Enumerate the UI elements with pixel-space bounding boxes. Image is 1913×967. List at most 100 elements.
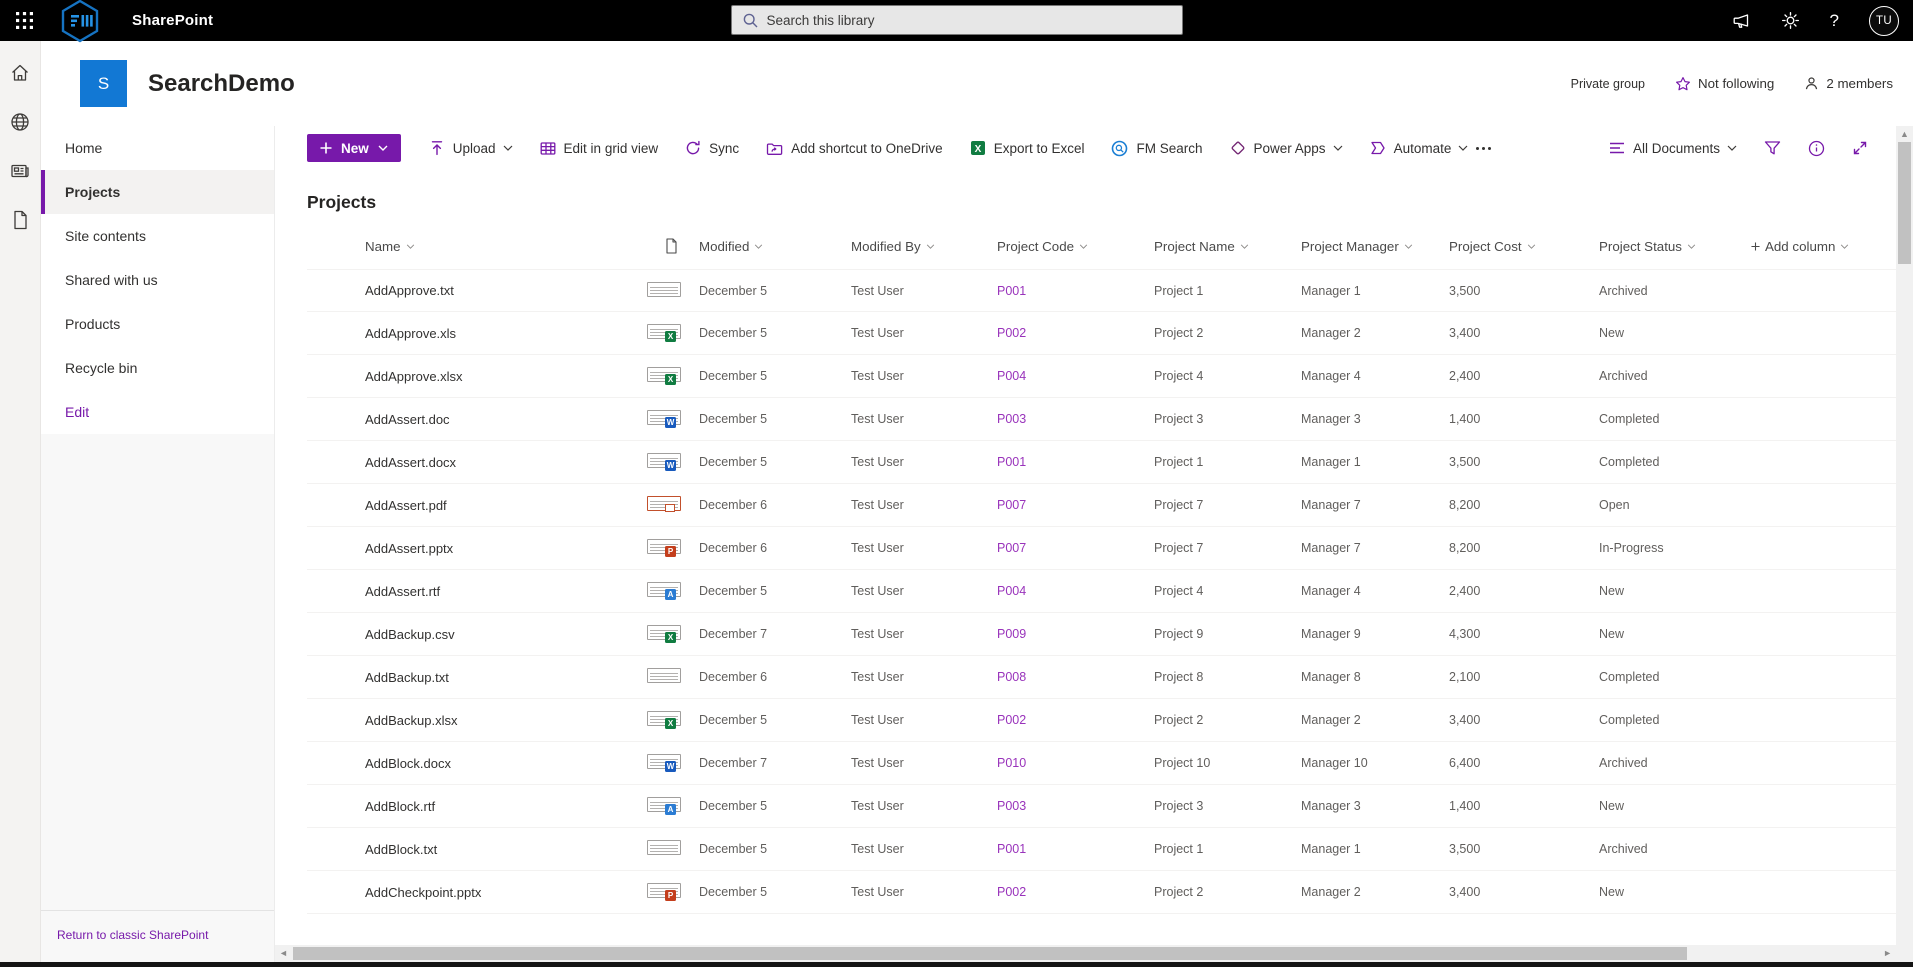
column-header-modified[interactable]: Modified [699,239,851,254]
account-avatar[interactable]: TU [1869,5,1899,36]
project-code-link[interactable]: P002 [997,326,1154,340]
members-button[interactable]: 2 members [1804,76,1893,91]
more-commands-button[interactable] [1470,143,1497,154]
sidebar-item-home[interactable]: Home [41,126,274,170]
column-header-project-manager[interactable]: Project Manager [1301,239,1449,254]
project-code-link[interactable]: P004 [997,369,1154,383]
file-name-link[interactable]: AddAssert.docx [365,455,665,470]
search-box[interactable] [730,5,1183,35]
org-logo-hexagon[interactable] [60,0,100,43]
fullscreen-button[interactable] [1852,140,1868,156]
fm-search-button[interactable]: FM Search [1111,140,1203,157]
file-name-link[interactable]: AddApprove.xlsx [365,369,665,384]
automate-button[interactable]: Automate [1370,140,1469,156]
project-code-link[interactable]: P003 [997,799,1154,813]
table-row[interactable]: AddBackup.csv X December 7 Test User P009 Pro… [307,613,1896,656]
column-header-name[interactable]: Name [365,239,665,254]
return-to-classic-link[interactable]: Return to classic SharePoint [41,910,274,962]
follow-button[interactable]: Not following [1675,76,1774,92]
new-button[interactable]: New [307,134,401,162]
column-header-file-type[interactable] [665,238,699,254]
table-row[interactable]: AddCheckpoint.pptx P December 5 Test User P0… [307,871,1896,914]
table-row[interactable]: AddApprove.txt December 5 Test User P001 Pro… [307,269,1896,312]
rail-globe-button[interactable] [10,112,30,132]
project-code-link[interactable]: P007 [997,498,1154,512]
announcements-button[interactable] [1731,12,1751,30]
sidebar-item-site-contents[interactable]: Site contents [41,214,274,258]
file-name-link[interactable]: AddAssert.pdf [365,498,665,513]
table-row[interactable]: AddAssert.doc W December 5 Test User P003 Pro… [307,398,1896,441]
sidebar-item-projects[interactable]: Projects [41,170,274,214]
table-row[interactable]: AddBackup.xlsx X December 5 Test User P002 Pr… [307,699,1896,742]
project-code-link[interactable]: P001 [997,842,1154,856]
table-row[interactable]: AddAssert.pptx P December 6 Test User P007 Pr… [307,527,1896,570]
edit-in-grid-view-button[interactable]: Edit in grid view [540,141,658,156]
project-code-link[interactable]: P003 [997,412,1154,426]
scroll-up-arrow[interactable]: ▲ [1900,129,1909,139]
site-logo[interactable]: S [80,60,127,107]
column-header-project-status[interactable]: Project Status [1599,239,1751,254]
file-name-link[interactable]: AddApprove.txt [365,283,665,298]
column-header-project-code[interactable]: Project Code [997,239,1154,254]
project-code-link[interactable]: P008 [997,670,1154,684]
settings-button[interactable] [1781,11,1800,30]
sidebar-item-products[interactable]: Products [41,302,274,346]
sidebar-item-edit[interactable]: Edit [41,390,274,434]
upload-button[interactable]: Upload [429,140,513,156]
sidebar-item-recycle-bin[interactable]: Recycle bin [41,346,274,390]
table-row[interactable]: AddBackup.txt December 6 Test User P008 Proj… [307,656,1896,699]
table-row[interactable]: AddBlock.rtf A December 5 Test User P003 Proj… [307,785,1896,828]
file-name-link[interactable]: AddBackup.csv [365,627,665,642]
table-row[interactable]: AddAssert.docx W December 5 Test User P001 Pr… [307,441,1896,484]
project-code-link[interactable]: P007 [997,541,1154,555]
table-row[interactable]: AddApprove.xls X December 5 Test User P002 Pr… [307,312,1896,355]
file-name-link[interactable]: AddBackup.txt [365,670,665,685]
filter-button[interactable] [1764,140,1781,156]
table-row[interactable]: AddBlock.docx W December 7 Test User P010 Pro… [307,742,1896,785]
file-name-link[interactable]: AddApprove.xls [365,326,665,341]
project-code-link[interactable]: P002 [997,713,1154,727]
app-launcher-button[interactable] [0,0,48,41]
column-header-project-cost[interactable]: Project Cost [1449,239,1599,254]
file-name-link[interactable]: AddCheckpoint.pptx [365,885,665,900]
rail-home-button[interactable] [10,63,30,82]
vertical-scrollbar-thumb[interactable] [1898,142,1911,264]
suite-app-title[interactable]: SharePoint [132,12,213,29]
add-shortcut-to-onedrive-button[interactable]: Add shortcut to OneDrive [766,141,943,156]
add-column-button[interactable]: Add column [1751,239,1896,254]
project-code-link[interactable]: P001 [997,455,1154,469]
file-name-link[interactable]: AddAssert.rtf [365,584,665,599]
search-input[interactable] [766,12,1171,28]
sync-button[interactable]: Sync [685,140,739,156]
column-header-modified-by[interactable]: Modified By [851,239,997,254]
column-header-project-name[interactable]: Project Name [1154,239,1301,254]
sidebar-item-shared-with-us[interactable]: Shared with us [41,258,274,302]
project-code-link[interactable]: P009 [997,627,1154,641]
project-code-link[interactable]: P010 [997,756,1154,770]
table-row[interactable]: AddApprove.xlsx X December 5 Test User P004 P… [307,355,1896,398]
details-pane-button[interactable] [1808,140,1825,157]
file-name-link[interactable]: AddAssert.pptx [365,541,665,556]
vertical-scrollbar[interactable]: ▲ [1896,126,1913,962]
help-button[interactable]: ? [1830,11,1839,31]
project-code-link[interactable]: P002 [997,885,1154,899]
horizontal-scrollbar-thumb[interactable] [293,947,1688,960]
scroll-left-arrow[interactable]: ◄ [279,949,288,958]
file-name-link[interactable]: AddAssert.doc [365,412,665,427]
export-to-excel-button[interactable]: X Export to Excel [970,140,1084,156]
power-apps-button[interactable]: Power Apps [1230,140,1343,156]
file-name-link[interactable]: AddBlock.docx [365,756,665,771]
file-name-link[interactable]: AddBlock.txt [365,842,665,857]
site-title[interactable]: SearchDemo [148,70,295,98]
table-row[interactable]: AddAssert.rtf A December 5 Test User P004 Pro… [307,570,1896,613]
table-row[interactable]: AddBlock.txt December 5 Test User P001 Proje… [307,828,1896,871]
project-code-link[interactable]: P001 [997,284,1154,298]
rail-news-button[interactable] [10,162,30,180]
table-row[interactable]: AddAssert.pdf December 6 Test User P007 Proj… [307,484,1896,527]
scroll-right-arrow[interactable]: ► [1883,949,1892,958]
horizontal-scrollbar[interactable]: ◄ ► [275,945,1896,962]
file-name-link[interactable]: AddBlock.rtf [365,799,665,814]
file-name-link[interactable]: AddBackup.xlsx [365,713,665,728]
project-code-link[interactable]: P004 [997,584,1154,598]
view-selector[interactable]: All Documents [1609,141,1737,156]
